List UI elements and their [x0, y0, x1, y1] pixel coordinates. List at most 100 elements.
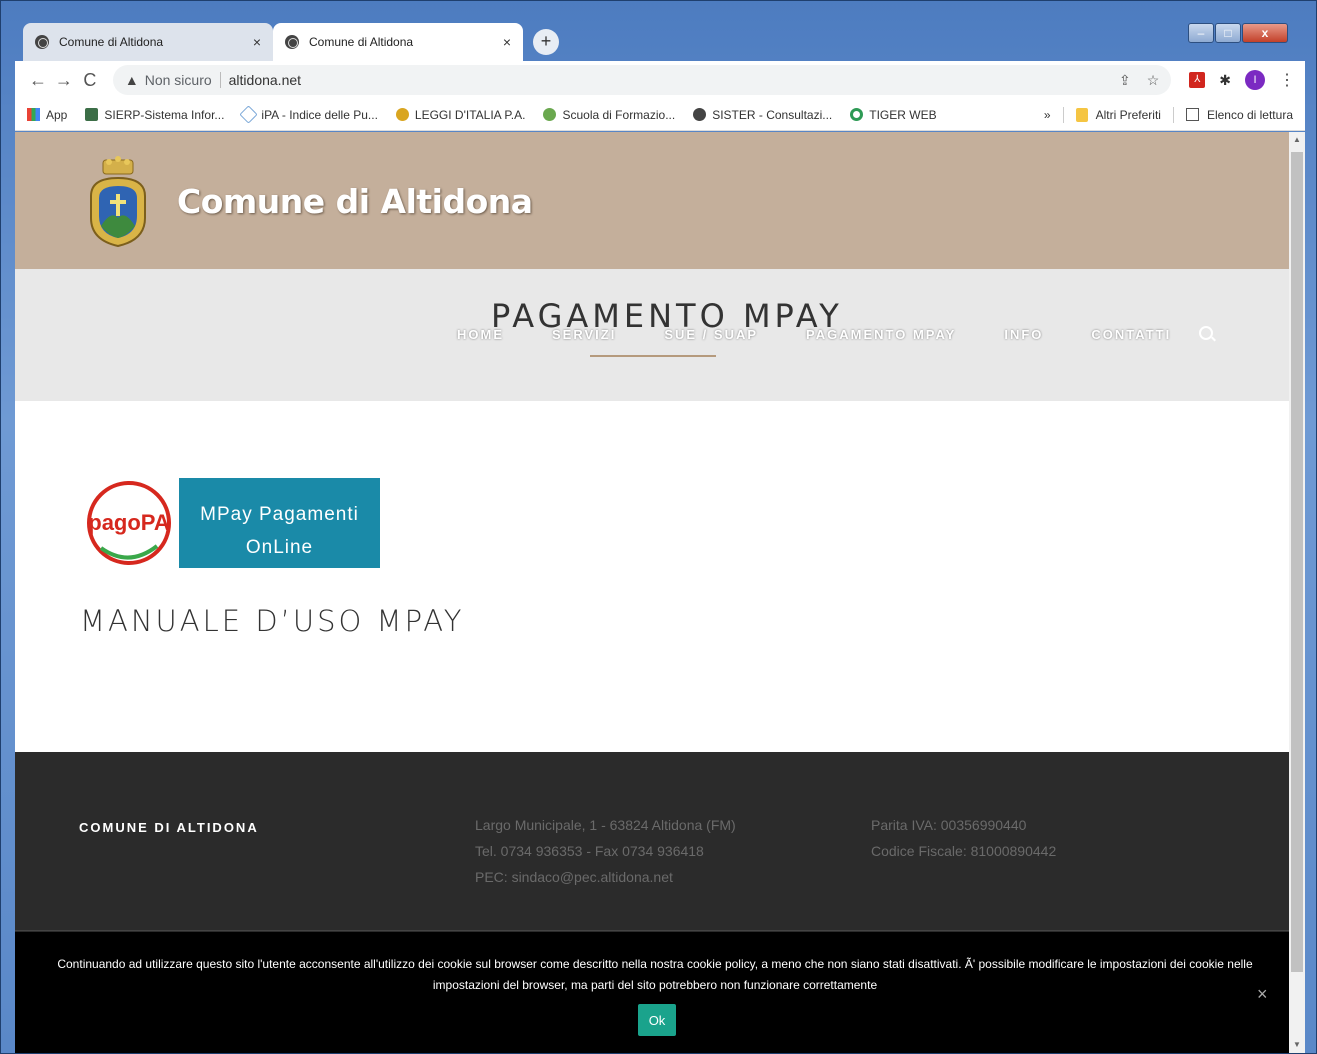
bookmark-item[interactable]: LEGGI D'ITALIA P.A. [395, 107, 526, 122]
swirl-icon [850, 108, 864, 121]
back-button[interactable]: ← [25, 70, 51, 91]
maximize-button[interactable]: □ [1215, 23, 1241, 43]
other-bookmarks-folder[interactable]: Altri Preferiti [1075, 107, 1161, 122]
circle-logo-icon [543, 108, 557, 121]
forward-button[interactable]: → [51, 70, 77, 91]
bookmark-item[interactable]: TIGER WEB [850, 107, 937, 122]
bookmark-item[interactable]: Scuola di Formazio... [543, 108, 675, 122]
mpay-line1: MPay Pagamenti [200, 504, 359, 525]
bookmark-label: SISTER - Consultazi... [712, 107, 833, 122]
shield-icon [85, 108, 99, 121]
nav-item-pagamento-mpay[interactable]: PAGAMENTO MPAY [806, 327, 956, 342]
share-icon[interactable]: ⇪ [1119, 72, 1131, 89]
puzzle-icon[interactable]: ✱ [1219, 72, 1231, 89]
page-viewport: Comune di Altidona PAGAMENTO MPAY HOME S… [15, 132, 1305, 1053]
scroll-up-arrow-icon[interactable]: ▲ [1289, 132, 1305, 148]
bookmarks-overflow-button[interactable]: » [1044, 108, 1051, 122]
kebab-menu-icon[interactable]: ⋮ [1279, 70, 1295, 90]
folder-icon [1075, 107, 1088, 122]
title-nav-band: PAGAMENTO MPAY HOME SERVIZI SUE / SUAP P… [15, 269, 1289, 401]
address-bar[interactable]: ▲ Non sicuro altidona.net ⇪ ☆ [112, 65, 1172, 95]
mpay-line2: OnLine [245, 537, 314, 558]
tab-close-icon[interactable]: × [253, 34, 261, 50]
browser-window: Comune di Altidona × Comune di Altidona … [0, 0, 1317, 1054]
title-underline [590, 355, 716, 357]
omnibox-actions: ⇪ ☆ [1119, 72, 1159, 89]
bookmark-label: LEGGI D'ITALIA P.A. [414, 107, 526, 122]
divider [1062, 106, 1064, 123]
pagopa-logo[interactable]: pagoPA [81, 478, 179, 568]
nav-item-home[interactable]: HOME [457, 327, 504, 342]
search-icon[interactable] [1199, 326, 1213, 340]
bookmark-label: App [46, 107, 68, 122]
bookmark-label: Altri Preferiti [1095, 107, 1161, 122]
warning-icon: ▲ [124, 72, 139, 88]
security-label[interactable]: Non sicuro [145, 72, 212, 88]
apps-grid-icon [27, 108, 40, 121]
bookmark-item[interactable]: iPA - Indice delle Pu... [239, 105, 378, 124]
tab-active[interactable]: Comune di Altidona × [273, 23, 523, 61]
bookmark-label: iPA - Indice delle Pu... [261, 107, 378, 122]
nav-item-info[interactable]: INFO [1004, 327, 1043, 342]
cookie-close-icon[interactable]: × [1257, 984, 1268, 1005]
tab-title: Comune di Altidona [59, 35, 164, 49]
bookmark-label: TIGER WEB [869, 107, 937, 122]
circle-logo-icon [395, 108, 409, 121]
scroll-down-arrow-icon[interactable]: ▼ [1289, 1037, 1305, 1053]
bookmark-item[interactable]: SISTER - Consultazi... [693, 108, 832, 122]
globe-icon [693, 108, 707, 121]
url-text[interactable]: altidona.net [229, 72, 301, 88]
window-controls: – □ x [1187, 23, 1288, 45]
site-title[interactable]: Comune di Altidona [177, 182, 533, 221]
page-content: pagoPA MPay Pagamenti OnLine MANUALE D’U… [15, 401, 1289, 753]
main-nav: HOME SERVIZI SUE / SUAP PAGAMENTO MPAY I… [457, 327, 1171, 342]
close-window-button[interactable]: x [1242, 23, 1288, 43]
browser-toolbar: ← → C ▲ Non sicuro altidona.net ⇪ ☆ ⅄ ✱ … [15, 61, 1305, 99]
bookmark-label: Elenco di lettura [1206, 107, 1293, 122]
bookmark-item[interactable]: SIERP-Sistema Infor... [85, 108, 224, 122]
footer-phone-line: Tel. 0734 936353 - Fax 0734 936418 [475, 843, 704, 859]
diamond-icon [239, 105, 259, 124]
nav-item-servizi[interactable]: SERVIZI [552, 327, 616, 342]
profile-avatar[interactable]: I [1244, 70, 1265, 90]
cookie-banner: Continuando ad utilizzare questo sito l'… [15, 932, 1305, 1053]
site-header: Comune di Altidona [15, 132, 1289, 269]
footer-address: Largo Municipale, 1 - 63824 Altidona (FM… [475, 812, 736, 890]
bookmarks-right: » Altri Preferiti Elenco di lettura [1044, 106, 1293, 123]
manual-link[interactable]: MANUALE D’USO MPAY [80, 604, 465, 638]
bookmark-label: Scuola di Formazio... [562, 107, 676, 122]
bookmarks-bar: App SIERP-Sistema Infor... iPA - Indice … [15, 99, 1305, 131]
footer-vat-line: Parita IVA: 00356990440 [871, 817, 1027, 833]
nav-item-contatti[interactable]: CONTATTI [1091, 327, 1171, 342]
mpay-payments-button[interactable]: MPay Pagamenti OnLine [179, 478, 380, 568]
footer-tax-code-line: Codice Fiscale: 81000890442 [871, 843, 1057, 859]
new-tab-button[interactable]: + [533, 29, 559, 55]
nav-item-sue-suap[interactable]: SUE / SUAP [664, 327, 758, 342]
tab-title: Comune di Altidona [309, 35, 414, 49]
reading-list-button[interactable]: Elenco di lettura [1185, 107, 1293, 122]
cookie-ok-button[interactable]: Ok [638, 1004, 676, 1036]
minimize-button[interactable]: – [1188, 23, 1214, 43]
tab-inactive[interactable]: Comune di Altidona × [23, 23, 273, 61]
scroll-thumb[interactable] [1291, 152, 1303, 972]
globe-icon [285, 35, 299, 49]
footer-address-line: Largo Municipale, 1 - 63824 Altidona (FM… [475, 817, 736, 833]
footer-divider [15, 930, 1289, 931]
divider [1172, 106, 1174, 123]
tab-close-icon[interactable]: × [503, 34, 511, 50]
reload-button[interactable]: C [77, 70, 103, 91]
star-icon[interactable]: ☆ [1147, 72, 1160, 89]
tab-strip: Comune di Altidona × Comune di Altidona … [15, 21, 1305, 61]
cookie-text: Continuando ad utilizzare questo sito l'… [57, 957, 1253, 992]
pdf-extension-icon[interactable]: ⅄ [1189, 72, 1206, 88]
footer-fiscal: Parita IVA: 00356990440 Codice Fiscale: … [871, 812, 1056, 864]
reading-list-icon [1185, 108, 1199, 121]
page-scrollbar[interactable]: ▲ ▼ [1289, 132, 1305, 1053]
bookmark-app[interactable]: App [27, 108, 67, 122]
footer-pec-line[interactable]: PEC: sindaco@pec.altidona.net [475, 864, 736, 890]
crest-logo[interactable] [87, 156, 149, 248]
bookmark-label: SIERP-Sistema Infor... [104, 107, 225, 122]
footer-brand: COMUNE DI ALTIDONA [79, 820, 259, 835]
address-separator [219, 72, 221, 88]
extensions-area: ⅄ ✱ I ⋮ [1189, 70, 1295, 90]
